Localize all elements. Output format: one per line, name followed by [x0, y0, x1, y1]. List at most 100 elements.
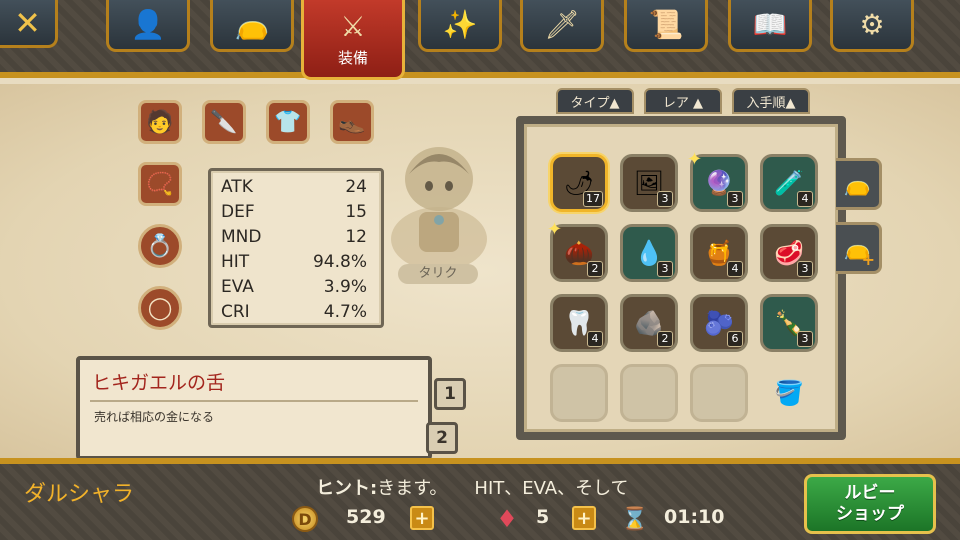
inventory-item[interactable]: 🌶 17	[550, 154, 608, 212]
hint-ticker: ヒント:きます。 HIT、EVA、そして	[316, 474, 730, 500]
location-name: ダルシャラ	[24, 482, 135, 507]
slot-ring-2[interactable]: ◯	[138, 286, 182, 330]
inventory-item[interactable]: 🔮 ✦ 3	[687, 149, 748, 212]
filter-rarity-button[interactable]: レア ▲	[644, 88, 722, 114]
inventory-item[interactable]: 🖼 3	[620, 154, 678, 212]
add-ruby-button[interactable]: +	[572, 506, 596, 530]
item-count: 3	[727, 191, 743, 207]
tab-journal[interactable]: 📖	[728, 0, 812, 52]
hero-portrait-icon: 🧑	[146, 109, 174, 135]
stat-value: 15	[345, 202, 367, 222]
filter-acquired-button[interactable]: 入手順▲	[732, 88, 810, 114]
filter-type-button[interactable]: タイプ▲	[556, 88, 634, 114]
boot-icon: 👞	[338, 109, 366, 135]
inventory-empty-slot[interactable]	[550, 364, 608, 422]
inventory-item[interactable]: 💧 3	[620, 224, 678, 282]
stat-def: DEF 15	[221, 200, 367, 225]
shirt-icon: 👕	[274, 109, 302, 135]
add-gold-button[interactable]: +	[410, 506, 434, 530]
item-count: 2	[657, 331, 673, 347]
hint-text: きます。 HIT、EVA、そして	[377, 478, 629, 499]
inventory-panel: 🌶 17 🖼 3 🔮 ✦ 3 🧪 4 🌰 ✦ 2 💧 3 🍯 4 🥩 3 🦷 4 🪨 2 🫐 6 🍾 3 🪣	[516, 116, 846, 440]
stat-value: 3.9%	[323, 277, 367, 297]
inventory-item[interactable]: 🪣	[760, 364, 818, 422]
side-tab-bag[interactable]: 👝	[836, 158, 882, 210]
plus-icon: +	[861, 250, 875, 269]
stat-atk: ATK 24	[221, 175, 367, 200]
scroll-icon: 📜	[648, 8, 684, 41]
character-name: タリク	[398, 264, 478, 284]
stat-label: HIT	[221, 252, 250, 272]
stat-value: 12	[345, 227, 367, 247]
inventory-item[interactable]: 🦷 4	[550, 294, 608, 352]
slot-necklace[interactable]: 📿	[138, 162, 182, 206]
stat-label: CRI	[221, 302, 250, 322]
sparkles-icon: ✨	[442, 8, 478, 41]
inventory-empty-slot[interactable]	[690, 364, 748, 422]
necklace-icon: 📿	[146, 171, 174, 197]
inventory-item[interactable]: 🪨 2	[620, 294, 678, 352]
timer: 01:10	[664, 506, 725, 528]
book-icon: 📖	[752, 8, 788, 41]
slot-weapon[interactable]: 🔪	[202, 100, 246, 144]
item-count: 4	[797, 191, 813, 207]
item-count: 2	[587, 261, 603, 277]
slot-ring-1[interactable]: 💍	[138, 224, 182, 268]
gear-icon: ⚙	[859, 8, 885, 41]
inventory-item[interactable]: 🫐 6	[690, 294, 748, 352]
item-count: 3	[657, 261, 673, 277]
page-2-button[interactable]: 2	[426, 422, 458, 454]
stats-panel: ATK 24 DEF 15 MND 12 HIT 94.8% EVA 3.9% CRI 4.…	[208, 168, 384, 328]
tab-crafting[interactable]: 🗡	[520, 0, 604, 52]
ruby-amount: 5	[536, 506, 550, 528]
sparkle-icon: ✦	[687, 149, 703, 170]
stat-value: 94.8%	[312, 252, 367, 272]
slot-armor[interactable]: 👕	[266, 100, 310, 144]
ruby-icon: ♦	[496, 505, 518, 533]
tab-bag[interactable]: 👝	[210, 0, 294, 52]
tab-skills[interactable]: ✨	[418, 0, 502, 52]
stat-label: DEF	[221, 202, 255, 222]
slot-boots[interactable]: 👞	[330, 100, 374, 144]
ruby-shop-label-1: ルビー	[844, 483, 896, 503]
stat-label: ATK	[221, 177, 253, 197]
inventory-empty-slot[interactable]	[620, 364, 678, 422]
item-description: 売れば相応の金になる	[94, 410, 215, 424]
stat-cri: CRI 4.7%	[221, 300, 367, 325]
inventory-item[interactable]: 🥩 3	[760, 224, 818, 282]
tab-character[interactable]: 👤	[106, 0, 190, 52]
tab-settings[interactable]: ⚙	[830, 0, 914, 52]
page-1-button[interactable]: 1	[434, 378, 466, 410]
gold-coin-icon: D	[292, 506, 318, 532]
item-name: ヒキガエルの舌	[92, 372, 226, 394]
stat-value: 4.7%	[323, 302, 367, 322]
ruby-shop-button[interactable]: ルビー ショップ	[804, 474, 936, 534]
slot-portrait[interactable]: 🧑	[138, 100, 182, 144]
item-description-panel: ヒキガエルの舌 売れば相応の金になる	[76, 356, 432, 460]
tab-quests[interactable]: 📜	[624, 0, 708, 52]
inventory-item[interactable]: 🧪 4	[760, 154, 818, 212]
bag-icon: 👝	[843, 171, 872, 197]
ruby-shop-label-2: ショップ	[836, 504, 904, 524]
stat-hit: HIT 94.8%	[221, 250, 367, 275]
divider	[90, 400, 418, 402]
stat-eva: EVA 3.9%	[221, 275, 367, 300]
tab-equipment[interactable]: ⚔ 装備	[301, 0, 405, 80]
stat-value: 24	[345, 177, 367, 197]
ring-icon: 💍	[146, 233, 174, 259]
close-button[interactable]: ✕	[0, 0, 58, 48]
side-tab-add-bag[interactable]: 👝 +	[836, 222, 882, 274]
item-count: 3	[797, 261, 813, 277]
dagger-icon: 🔪	[210, 109, 238, 135]
stat-label: EVA	[221, 277, 254, 297]
item-count: 4	[727, 261, 743, 277]
tab-equipment-label: 装備	[337, 48, 368, 67]
inventory-item[interactable]: 🍯 4	[690, 224, 748, 282]
empty-ring-icon: ◯	[147, 295, 173, 321]
inventory-item[interactable]: 🌰 ✦ 2	[547, 219, 608, 282]
inventory-item[interactable]: 🍾 3	[760, 294, 818, 352]
character-figure	[391, 147, 487, 271]
stat-label: MND	[221, 227, 262, 247]
bag-icon: 👝	[234, 8, 270, 41]
close-icon: ✕	[14, 3, 41, 42]
